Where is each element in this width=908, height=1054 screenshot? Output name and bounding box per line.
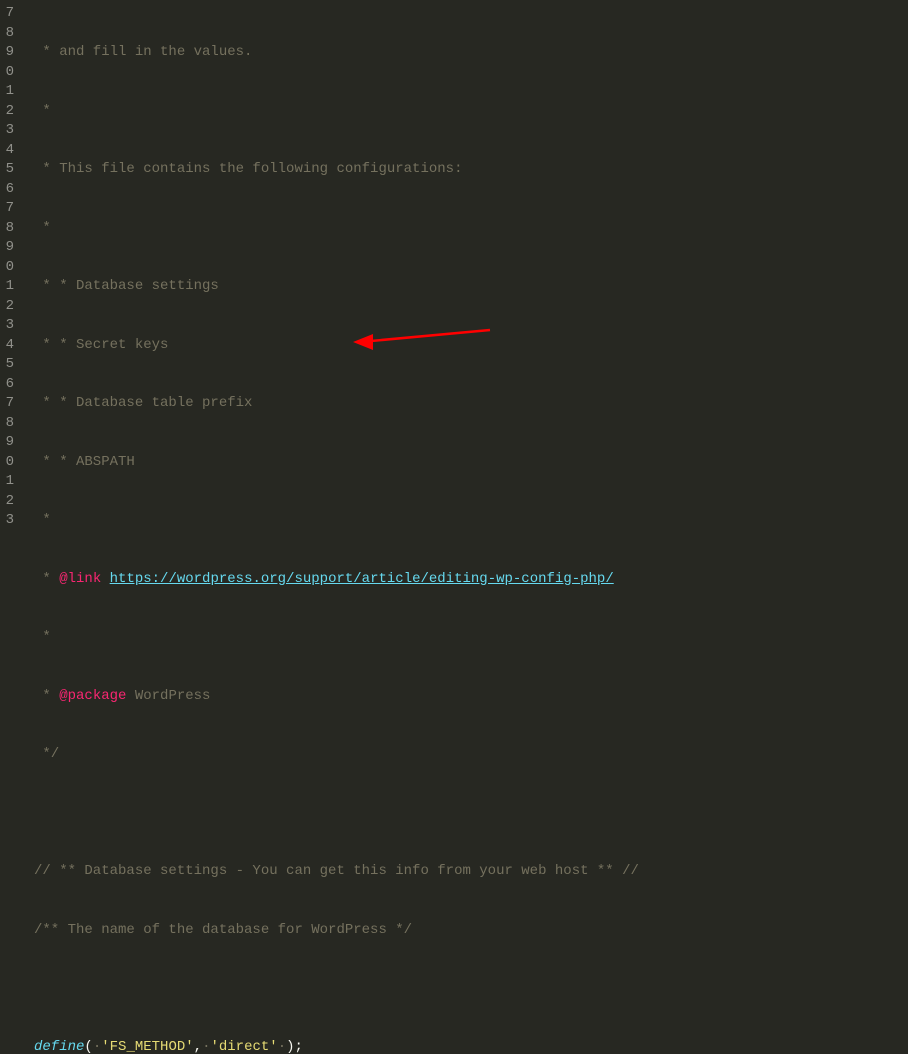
docblock-tag: @package	[59, 688, 126, 704]
docblock-tag: @link	[59, 571, 101, 587]
comment-text: // ** Database settings - You can get th…	[34, 863, 639, 879]
line-number: 2	[4, 297, 14, 317]
code-line[interactable]: *	[34, 511, 908, 531]
line-number: 5	[4, 355, 14, 375]
line-number: 1	[4, 472, 14, 492]
line-number: 8	[4, 24, 14, 44]
whitespace-dot: ·	[93, 1039, 101, 1054]
line-number: 0	[4, 258, 14, 278]
line-number: 9	[4, 433, 14, 453]
code-line[interactable]: // ** Database settings - You can get th…	[34, 862, 908, 882]
keyword: define	[34, 1039, 84, 1054]
comment-text: *	[34, 512, 51, 528]
comment-text: * and fill in the values.	[34, 44, 252, 60]
line-number: 6	[4, 375, 14, 395]
code-line[interactable]: * @link https://wordpress.org/support/ar…	[34, 570, 908, 590]
code-line[interactable]: *	[34, 628, 908, 648]
line-number: 7	[4, 394, 14, 414]
line-number: 3	[4, 511, 14, 531]
comment-text: */	[34, 746, 59, 762]
line-number: 1	[4, 82, 14, 102]
comment-text: /** The name of the database for WordPre…	[34, 922, 412, 938]
comment-text: WordPress	[126, 688, 210, 704]
punct: );	[286, 1039, 303, 1054]
comment-text: * * Secret keys	[34, 337, 168, 353]
line-number: 2	[4, 102, 14, 122]
whitespace-dot: ·	[202, 1039, 210, 1054]
code-editor[interactable]: 7 8 9 0 1 2 3 4 5 6 7 8 9 0 1 2 3 4 5 6 …	[0, 0, 908, 527]
comment-text: * * Database settings	[34, 278, 219, 294]
comment-text	[101, 571, 109, 587]
line-number: 0	[4, 63, 14, 83]
docblock-link[interactable]: https://wordpress.org/support/article/ed…	[110, 571, 614, 587]
code-line[interactable]	[34, 979, 908, 999]
code-line[interactable]	[34, 804, 908, 824]
code-line[interactable]: *	[34, 102, 908, 122]
line-number: 1	[4, 277, 14, 297]
line-number-gutter: 7 8 9 0 1 2 3 4 5 6 7 8 9 0 1 2 3 4 5 6 …	[0, 0, 22, 527]
line-number: 7	[4, 4, 14, 24]
comment-text: * * ABSPATH	[34, 454, 135, 470]
punct: (	[84, 1039, 92, 1054]
code-line[interactable]: * @package WordPress	[34, 687, 908, 707]
comment-text: * * Database table prefix	[34, 395, 252, 411]
punct: ,	[194, 1039, 202, 1054]
code-line[interactable]: * * ABSPATH	[34, 453, 908, 473]
line-number: 3	[4, 316, 14, 336]
string: 'direct'	[210, 1039, 277, 1054]
line-number: 8	[4, 219, 14, 239]
comment-text: *	[34, 571, 59, 587]
code-line[interactable]: * and fill in the values.	[34, 43, 908, 63]
string: 'FS_METHOD'	[101, 1039, 193, 1054]
line-number: 8	[4, 414, 14, 434]
comment-text: *	[34, 629, 51, 645]
code-line[interactable]: * * Database table prefix	[34, 394, 908, 414]
line-number: 9	[4, 43, 14, 63]
code-line[interactable]: /** The name of the database for WordPre…	[34, 921, 908, 941]
line-number: 4	[4, 336, 14, 356]
whitespace-dot: ·	[278, 1039, 286, 1054]
comment-text: *	[34, 103, 51, 119]
line-number: 0	[4, 453, 14, 473]
line-number: 4	[4, 141, 14, 161]
comment-text: *	[34, 688, 59, 704]
line-number: 6	[4, 180, 14, 200]
code-line-highlighted[interactable]: define(·'FS_METHOD',·'direct'·);	[34, 1038, 908, 1054]
line-number: 9	[4, 238, 14, 258]
code-line[interactable]: * * Database settings	[34, 277, 908, 297]
line-number: 7	[4, 199, 14, 219]
comment-text: *	[34, 220, 51, 236]
code-line[interactable]: */	[34, 745, 908, 765]
code-line[interactable]: * * Secret keys	[34, 336, 908, 356]
comment-text: * This file contains the following confi…	[34, 161, 462, 177]
code-line[interactable]: *	[34, 219, 908, 239]
line-number: 2	[4, 492, 14, 512]
code-content[interactable]: * and fill in the values. * * This file …	[22, 0, 908, 527]
line-number: 3	[4, 121, 14, 141]
code-line[interactable]: * This file contains the following confi…	[34, 160, 908, 180]
line-number: 5	[4, 160, 14, 180]
